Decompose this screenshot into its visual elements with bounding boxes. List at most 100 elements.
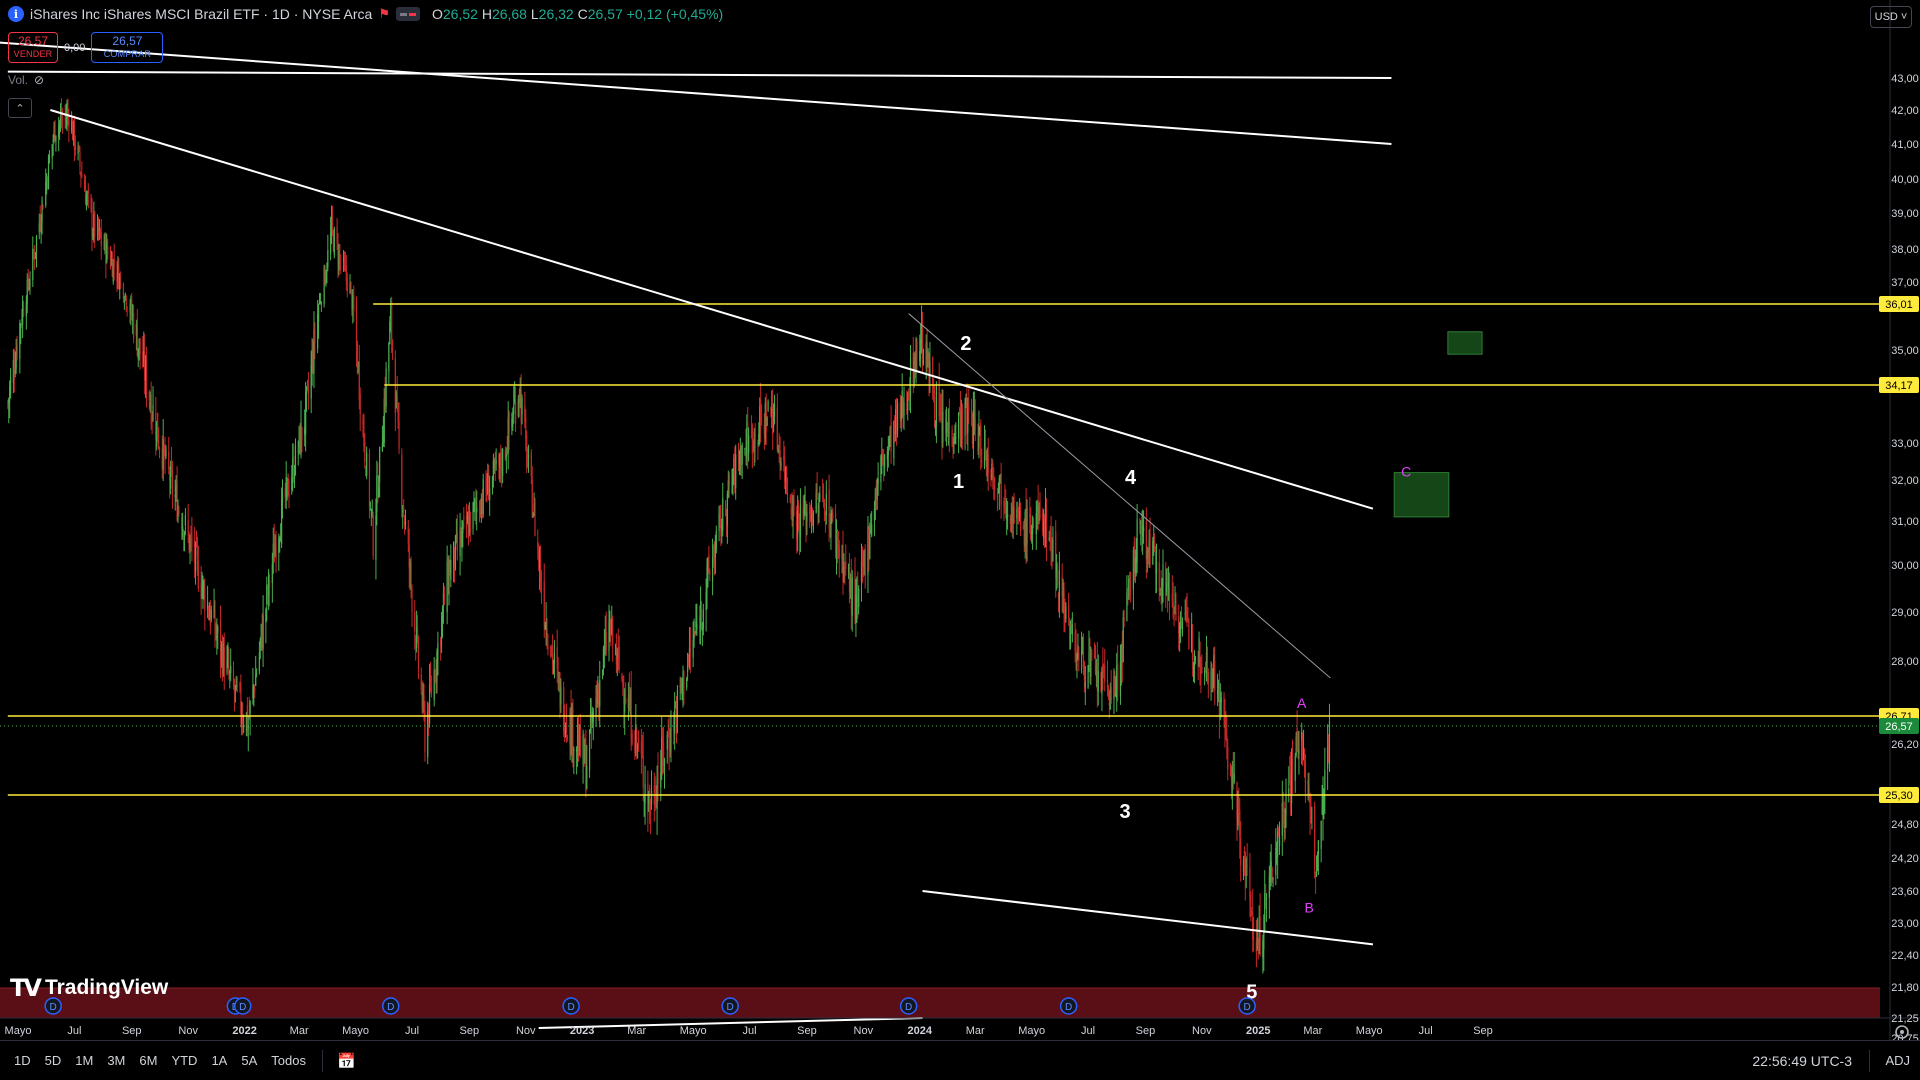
bottom-toolbar: 1D 5D 1M 3M 6M YTD 1A 5A Todos 📅 22:56:4… [0, 1040, 1920, 1080]
price-change: +0,12 (+0,45%) [626, 6, 724, 22]
dividend-marker[interactable]: D [1059, 997, 1078, 1015]
dividend-marker[interactable]: D [562, 997, 580, 1015]
price-label[interactable]: 25,30 [1879, 787, 1919, 803]
dividend-marker[interactable]: D [1238, 997, 1256, 1015]
timeframe-3m[interactable]: 3M [107, 1053, 125, 1068]
symbol-title[interactable]: iShares Inc iShares MSCI Brazil ETF · 1D… [30, 6, 372, 22]
date-range-icon[interactable]: 📅 [337, 1052, 356, 1070]
eye-hidden-icon[interactable]: ⊘ [34, 73, 44, 87]
candle [8, 397, 10, 424]
indicator-toggle-icon[interactable] [395, 7, 420, 21]
price-chart[interactable]: 12345ABC DDDDDDDDD MayoJulSepNov2022MarM… [0, 0, 1920, 1040]
candle [1181, 617, 1184, 637]
candle [922, 348, 925, 366]
timeframe-5a[interactable]: 5A [241, 1053, 257, 1068]
candle [816, 471, 818, 501]
candle [249, 700, 251, 736]
candle [1130, 571, 1132, 603]
candle [954, 424, 956, 445]
svg-text:D: D [567, 1002, 574, 1013]
timeframe-todos[interactable]: Todos [271, 1053, 306, 1068]
tradingview-logo[interactable]: TV TradingView [10, 974, 168, 1002]
timeframe-6m[interactable]: 6M [139, 1053, 157, 1068]
sell-button[interactable]: 26,57 VENDER [8, 32, 58, 63]
x-tick-label: Nov [178, 1025, 198, 1037]
candle [1320, 820, 1322, 863]
dividend-marker[interactable]: D [899, 997, 918, 1015]
target-box[interactable] [1447, 331, 1483, 355]
clock[interactable]: 22:56:49 UTC-3 [1752, 1053, 1852, 1069]
timeframe-1d[interactable]: 1D [14, 1053, 31, 1068]
candle [573, 746, 575, 775]
candle [324, 265, 326, 286]
timeframe-5d[interactable]: 5D [45, 1053, 62, 1068]
candle [34, 252, 37, 260]
candle [1291, 739, 1294, 795]
candle [1155, 543, 1158, 594]
candle [314, 322, 316, 360]
dividend-marker[interactable]: D [721, 997, 739, 1015]
y-tick-label: 21,25 [1891, 1013, 1919, 1025]
candle [472, 501, 474, 535]
buy-button[interactable]: 26,57 COMPRAR [91, 32, 164, 63]
candle [1188, 618, 1190, 650]
svg-text:D: D [239, 1002, 246, 1013]
wave-label[interactable]: 3 [1120, 801, 1131, 823]
candle [51, 143, 53, 170]
abc-label[interactable]: C [1401, 463, 1411, 479]
candle [1005, 489, 1007, 519]
wave-label[interactable]: 1 [953, 471, 964, 493]
adjust-toggle[interactable]: ADJ [1885, 1053, 1910, 1068]
currency-selector[interactable]: USD ˅ [1870, 6, 1912, 28]
candle [306, 379, 309, 391]
candle [474, 497, 476, 521]
candle [288, 478, 290, 509]
collapse-legend-button[interactable]: ⌃ [8, 98, 32, 118]
candle [751, 423, 753, 469]
timeframe-1m[interactable]: 1M [75, 1053, 93, 1068]
x-tick-label: Mar [1303, 1025, 1322, 1037]
candle [202, 575, 204, 609]
candle [867, 515, 869, 594]
info-icon[interactable]: i [8, 6, 24, 22]
flag-icon[interactable]: ⚑ [378, 6, 390, 22]
timeframe-ytd[interactable]: YTD [171, 1053, 197, 1068]
candle [1294, 752, 1296, 793]
timeframe-1a[interactable]: 1A [211, 1053, 227, 1068]
candle [1201, 654, 1203, 674]
candle [964, 397, 966, 451]
abc-label[interactable]: A [1297, 695, 1307, 711]
candle [377, 462, 379, 504]
candle [1110, 669, 1112, 705]
candle [15, 338, 17, 375]
wave-label[interactable]: 4 [1125, 467, 1137, 489]
candle [22, 300, 25, 317]
candle [780, 457, 782, 471]
price-label[interactable]: 26,57 [1879, 718, 1919, 734]
candle [939, 392, 941, 421]
candle [1283, 801, 1285, 843]
wave-label[interactable]: 2 [960, 333, 971, 355]
candle [1216, 673, 1219, 707]
dividend-marker[interactable]: D [381, 997, 400, 1015]
y-tick-label: 30,00 [1891, 560, 1919, 572]
candle [389, 316, 391, 345]
candle [877, 462, 879, 496]
candle [336, 218, 338, 251]
svg-text:34,17: 34,17 [1885, 380, 1913, 392]
candle [87, 183, 89, 209]
candle [356, 340, 359, 375]
candle [394, 350, 396, 432]
abc-label[interactable]: B [1304, 899, 1313, 915]
dividend-marker[interactable]: D [233, 997, 252, 1015]
price-label[interactable]: 34,17 [1879, 377, 1919, 393]
candle [1071, 612, 1073, 643]
x-tick-label: Nov [516, 1025, 536, 1037]
candle [650, 770, 653, 810]
candle [485, 470, 487, 502]
candle [1259, 893, 1261, 957]
candle [799, 488, 802, 553]
candle [266, 576, 268, 622]
price-label[interactable]: 36,01 [1879, 296, 1919, 312]
candle [1087, 664, 1089, 689]
